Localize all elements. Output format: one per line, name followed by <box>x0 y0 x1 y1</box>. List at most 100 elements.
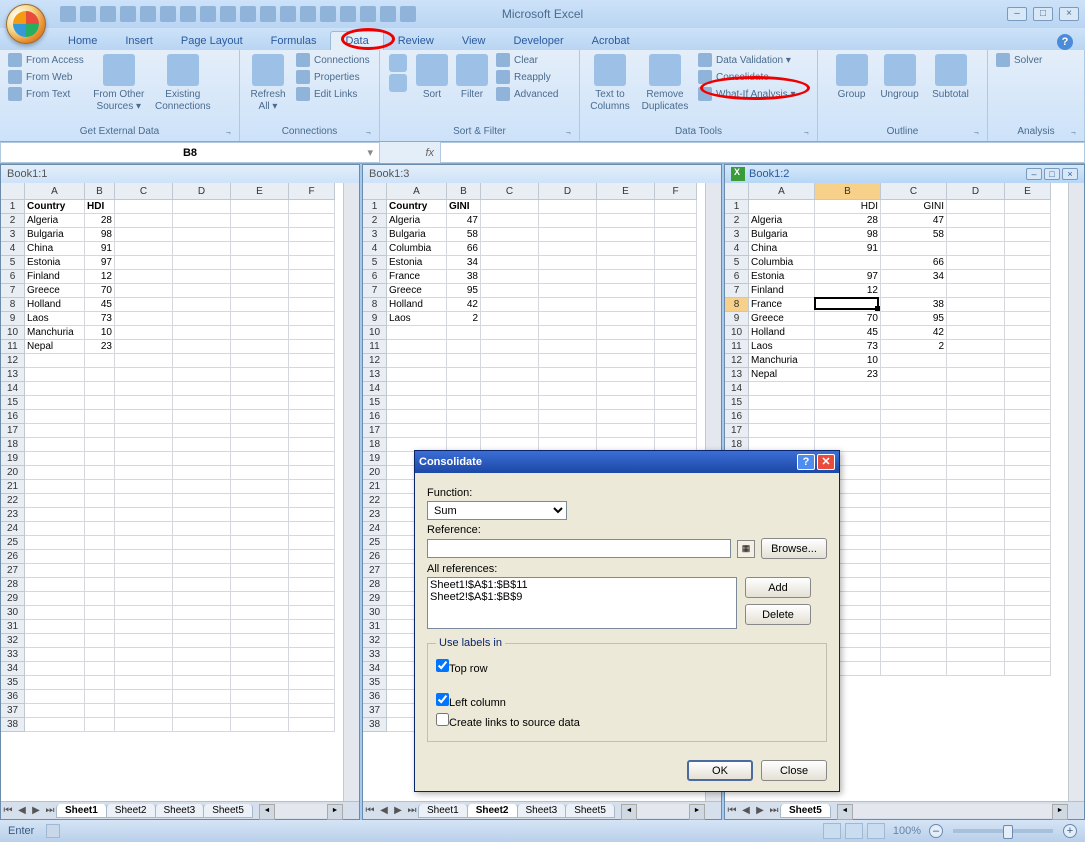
row-header[interactable]: 7 <box>725 284 749 298</box>
row-header[interactable]: 26 <box>363 550 387 564</box>
cell[interactable] <box>881 368 947 382</box>
cell[interactable] <box>539 354 597 368</box>
cell[interactable] <box>231 214 289 228</box>
row-header[interactable]: 3 <box>363 228 387 242</box>
cell[interactable] <box>289 704 335 718</box>
minimize-button[interactable]: – <box>1007 7 1027 21</box>
cell[interactable] <box>1005 340 1051 354</box>
cell[interactable]: 70 <box>815 312 881 326</box>
row-header[interactable]: 8 <box>363 298 387 312</box>
row-header[interactable]: 23 <box>363 508 387 522</box>
row-header[interactable]: 14 <box>725 382 749 396</box>
cell[interactable] <box>289 410 335 424</box>
cell[interactable]: Finland <box>25 270 85 284</box>
cell[interactable] <box>85 676 115 690</box>
cell[interactable] <box>173 410 231 424</box>
window-title[interactable]: Book1:1 <box>1 165 359 183</box>
cell[interactable] <box>85 564 115 578</box>
cell[interactable] <box>1005 648 1051 662</box>
cell[interactable] <box>85 452 115 466</box>
cell[interactable] <box>173 578 231 592</box>
cell[interactable] <box>173 214 231 228</box>
cell[interactable] <box>115 452 173 466</box>
cell[interactable] <box>815 382 881 396</box>
cell[interactable] <box>1005 242 1051 256</box>
cell[interactable] <box>539 214 597 228</box>
cell[interactable] <box>289 536 335 550</box>
cell[interactable] <box>655 424 697 438</box>
sheet-tab-sheet2[interactable]: Sheet2 <box>106 804 156 818</box>
cell[interactable] <box>231 494 289 508</box>
ungroup-button[interactable]: Ungroup <box>876 52 924 116</box>
cell[interactable] <box>115 704 173 718</box>
sheet-nav-button[interactable]: ▶ <box>29 803 43 819</box>
cell[interactable]: 91 <box>815 242 881 256</box>
cell[interactable] <box>231 354 289 368</box>
row-header[interactable]: 4 <box>1 242 25 256</box>
tab-page-layout[interactable]: Page Layout <box>167 32 257 50</box>
cell[interactable] <box>25 368 85 382</box>
cell[interactable] <box>947 620 1005 634</box>
cell[interactable] <box>173 326 231 340</box>
cell[interactable]: Finland <box>749 284 815 298</box>
cell[interactable] <box>173 718 231 732</box>
cell[interactable] <box>115 312 173 326</box>
cell[interactable] <box>85 494 115 508</box>
cell[interactable] <box>447 354 481 368</box>
cell[interactable] <box>1005 494 1051 508</box>
row-header[interactable]: 6 <box>1 270 25 284</box>
cell[interactable]: 45 <box>815 326 881 340</box>
cell[interactable] <box>1005 438 1051 452</box>
cell[interactable]: Algeria <box>387 214 447 228</box>
cell[interactable] <box>85 424 115 438</box>
cell[interactable] <box>1005 382 1051 396</box>
cell[interactable] <box>881 564 947 578</box>
name-box[interactable]: B8 <box>0 142 380 163</box>
ok-button[interactable]: OK <box>687 760 753 781</box>
cell[interactable] <box>173 620 231 634</box>
cell[interactable] <box>815 410 881 424</box>
cell[interactable] <box>231 396 289 410</box>
cell[interactable] <box>655 242 697 256</box>
cell[interactable] <box>481 326 539 340</box>
cell[interactable] <box>231 592 289 606</box>
cell[interactable]: 98 <box>85 228 115 242</box>
group-button[interactable]: Group <box>832 52 872 116</box>
cell[interactable] <box>231 718 289 732</box>
tab-review[interactable]: Review <box>384 32 448 50</box>
cell[interactable]: Country <box>387 200 447 214</box>
cell[interactable] <box>173 396 231 410</box>
cell[interactable] <box>231 312 289 326</box>
row-header[interactable]: 24 <box>363 522 387 536</box>
cell[interactable] <box>815 256 881 270</box>
cell[interactable] <box>289 284 335 298</box>
spreadsheet-grid[interactable]: ABCDEF1CountryHDI2Algeria283Bulgaria984C… <box>1 183 359 801</box>
cell[interactable] <box>947 466 1005 480</box>
sheet-nav-button[interactable]: ⏭ <box>767 803 781 819</box>
cell[interactable] <box>85 592 115 606</box>
cell[interactable] <box>539 326 597 340</box>
row-header[interactable]: 14 <box>363 382 387 396</box>
cell[interactable] <box>289 564 335 578</box>
cell[interactable] <box>947 662 1005 676</box>
cell[interactable] <box>481 340 539 354</box>
cell[interactable] <box>231 648 289 662</box>
cell[interactable] <box>115 480 173 494</box>
office-button[interactable] <box>6 4 46 44</box>
cell[interactable] <box>749 410 815 424</box>
cell[interactable] <box>881 480 947 494</box>
text-to-columns-button[interactable]: Text to Columns <box>586 52 634 116</box>
cell[interactable] <box>539 284 597 298</box>
cell[interactable]: 28 <box>815 214 881 228</box>
cell[interactable]: Algeria <box>25 214 85 228</box>
sort-button[interactable]: Sort <box>414 52 450 116</box>
row-header[interactable]: 36 <box>363 690 387 704</box>
row-header[interactable]: 27 <box>1 564 25 578</box>
qat-icon[interactable] <box>240 6 256 22</box>
cell[interactable] <box>947 340 1005 354</box>
row-header[interactable]: 15 <box>363 396 387 410</box>
cell[interactable] <box>289 662 335 676</box>
cell[interactable]: 73 <box>815 340 881 354</box>
row-header[interactable]: 10 <box>1 326 25 340</box>
cell[interactable] <box>25 550 85 564</box>
